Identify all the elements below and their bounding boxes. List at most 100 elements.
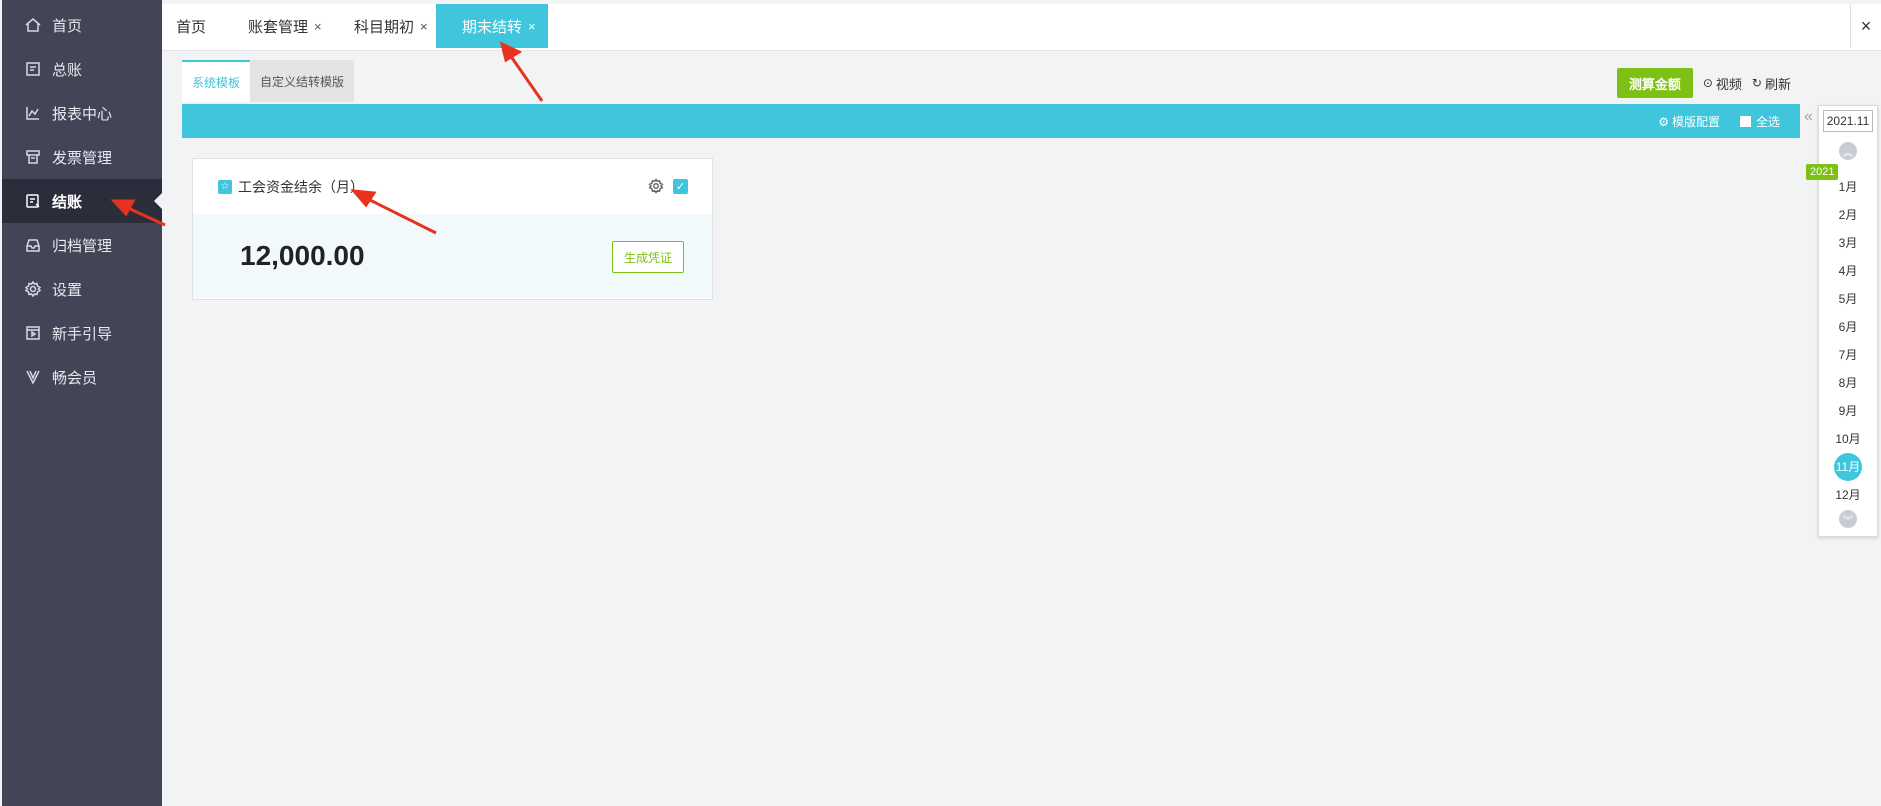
gear-icon[interactable] [648,178,664,194]
video-label: 视频 [1715,76,1742,92]
close-icon[interactable]: × [420,19,428,34]
guide-icon [24,324,42,342]
month-label: 9月 [1838,404,1858,418]
sidebar-item-label: 归档管理 [52,237,113,255]
month-label: 2月 [1838,208,1858,222]
button-label: 生成凭证 [623,250,672,265]
sidebar-item-ledger[interactable]: 总账 [2,47,162,91]
annotation-arrow [508,54,544,102]
card-select-checkbox[interactable]: ✓ [673,179,688,194]
month-label: 1月 [1838,180,1858,194]
gear-icon: ⚙ [1658,114,1669,129]
close-icon[interactable]: × [314,19,322,34]
sidebar-item-home[interactable]: 首页 [2,3,162,47]
select-all-checkbox[interactable]: 全选 [1739,113,1780,130]
checkbox-box [1739,116,1751,127]
month-label: 6月 [1838,320,1858,334]
chart-icon [24,104,42,122]
subtab-label: 系统模板 [192,75,241,90]
month-item[interactable]: 12月 [1819,485,1877,505]
refresh-label: 刷新 [1764,76,1791,92]
vip-icon [24,368,42,386]
card-body: 12,000.00 生成凭证 [193,214,712,298]
sidebar-item-invoice[interactable]: 发票管理 [2,135,162,179]
month-item[interactable]: 8月 [1819,373,1877,393]
tab-label: 首页 [176,18,207,36]
month-item[interactable]: 4月 [1819,261,1877,281]
month-item[interactable]: 7月 [1819,345,1877,365]
month-label: 11月 [1834,453,1862,481]
button-label: 测算金额 [1628,76,1681,92]
month-label: 10月 [1835,432,1861,446]
archive-icon [24,236,42,254]
month-item[interactable]: 3月 [1819,233,1877,253]
month-label: 12月 [1835,488,1861,502]
chevron-down-icon[interactable]: ︾ [1839,510,1857,528]
subtab-custom-template[interactable]: 自定义结转模版 [250,60,355,102]
sidebar-item-label: 总账 [52,61,83,79]
sidebar-item-reports[interactable]: 报表中心 [2,91,162,135]
subtab-system-template[interactable]: 系统模板 [182,60,251,102]
template-config-label: 模版配置 [1671,115,1720,129]
year-badge: 2021 [1806,164,1839,180]
month-item[interactable]: 2月 [1819,205,1877,225]
toolbar: 测算金额 ⊙ 视频 ↻ 刷新 [1616,68,1791,98]
invoice-icon [24,148,42,166]
collapse-panel-icon[interactable]: « [1804,108,1813,126]
tab-period-end-transfer[interactable]: 期末结转 × [436,4,548,48]
template-config-button[interactable]: ⚙ 模版配置 [1658,113,1720,130]
month-label: 7月 [1838,348,1858,362]
month-label: 3月 [1838,236,1858,250]
play-icon: ⊙ [1702,76,1713,90]
checkout-icon [24,192,42,210]
tab-label: 账套管理 [248,18,309,36]
sidebar-item-label: 报表中心 [52,105,113,123]
month-item[interactable]: 6月 [1819,317,1877,337]
close-all-tabs-button[interactable]: × [1850,4,1881,48]
home-icon [24,16,42,34]
chevron-up-icon[interactable]: ︽ [1839,142,1857,160]
month-label: 5月 [1838,292,1858,306]
tab-home[interactable]: 首页 [162,4,220,48]
month-item[interactable]: 11月 [1819,453,1877,481]
sidebar: 首页 总账 报表中心 发票管理 结账 归档管理 设置 新手引导 畅会员 [2,0,162,806]
tab-account-sets[interactable]: 账套管理 × [234,4,336,48]
month-item[interactable]: 1月 [1819,177,1877,197]
close-icon: × [1860,15,1872,36]
month-item[interactable]: 5月 [1819,289,1877,309]
month-label: 8月 [1838,376,1858,390]
select-all-label: 全选 [1755,115,1780,129]
video-link[interactable]: ⊙ 视频 [1703,74,1742,93]
calculate-amount-button[interactable]: 测算金额 [1616,68,1693,98]
month-label: 4月 [1838,264,1858,278]
sidebar-item-archive[interactable]: 归档管理 [2,223,162,267]
sidebar-item-label: 结账 [52,193,83,211]
transfer-amount: 12,000.00 [240,240,365,271]
month-item[interactable]: 10月 [1819,429,1877,449]
sidebar-item-guide[interactable]: 新手引导 [2,311,162,355]
sidebar-item-label: 首页 [52,17,83,35]
tab-opening-balances[interactable]: 科目期初 × [340,4,442,48]
card-title: 工会资金结余（月） [238,178,364,195]
star-icon: ☆ [218,179,232,194]
tab-label: 科目期初 [354,18,415,36]
sidebar-item-vip[interactable]: 畅会员 [2,355,162,399]
sidebar-item-label: 设置 [52,281,83,299]
sidebar-item-checkout[interactable]: 结账 [2,179,162,223]
period-input[interactable]: 2021.11 [1823,110,1873,132]
refresh-icon: ↻ [1751,76,1762,90]
tab-bar: 首页 账套管理 × 科目期初 × 期末结转 × × [162,0,1881,51]
month-item[interactable]: 9月 [1819,401,1877,421]
subtab-label: 自定义结转模版 [260,74,345,89]
card-header: ☆ 工会资金结余（月） ✓ [193,159,712,214]
tab-label: 期末结转 [462,18,523,36]
close-icon[interactable]: × [528,19,536,34]
template-action-bar: ⚙ 模版配置 全选 [182,104,1800,138]
generate-voucher-button[interactable]: 生成凭证 [611,241,684,273]
sidebar-item-label: 新手引导 [52,325,113,343]
template-subtabs: 系统模板 自定义结转模版 [182,60,355,104]
refresh-link[interactable]: ↻ 刷新 [1752,74,1791,93]
settings-icon [24,280,42,298]
sidebar-item-settings[interactable]: 设置 [2,267,162,311]
sidebar-item-label: 畅会员 [52,369,98,387]
